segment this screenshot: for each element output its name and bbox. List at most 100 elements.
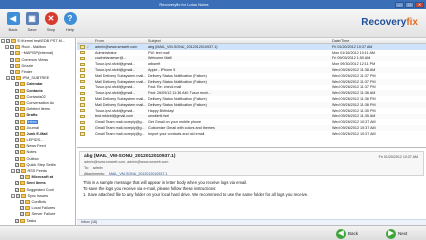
recoveryfix-logo: Recoveryfix [361,17,418,28]
collapse-icon[interactable]: − [6,76,10,81]
collapse-icon[interactable]: − [5,45,9,50]
preview-attachment-label: Attachments: [84,172,105,176]
row-date: Wed 09/26/2012 11:36 AM [332,91,376,96]
tree-checkbox[interactable]: ✓ [20,199,24,204]
next-arrow-icon: ▶ [386,228,396,239]
help-toolbar-button[interactable]: ? Help [60,12,80,36]
collapse-icon[interactable]: − [1,39,5,44]
tree-item-tasks[interactable]: ✓ Tasks [0,217,75,223]
row-subject: Customize Gmail with colors and themes [148,126,215,131]
rss-folder-icon [25,175,30,180]
tree-checkbox[interactable]: ✓ [20,175,24,180]
tree-checkbox[interactable]: ✓ [20,206,24,211]
folder-icon [20,181,25,186]
save-toolbar-label: Save [27,27,37,32]
tree-checkbox[interactable]: ✓ [10,45,14,50]
header-subject[interactable]: Subject [148,39,332,43]
preview-attachment-line: Attachments: MAIL_VM-SONU_2012012010937.… [84,172,419,176]
back-arrow-icon: ◀ [336,228,346,239]
preview-body-line: 1. Save attached file to any folder on y… [83,192,309,197]
folder-icon [20,138,25,143]
preview-subject: abg (MAIL_VM-SONU_2012012010937.1) [84,154,176,159]
envelope-icon [80,56,85,61]
envelope-icon [80,108,85,113]
tree-checkbox[interactable]: ✓ [15,131,19,136]
tree-checkbox[interactable]: ✓ [15,88,19,93]
tree-checkbox[interactable]: ✓ [15,218,19,223]
folder-icon [15,57,20,62]
tree-checkbox[interactable]: ✓ [11,76,15,81]
tree-checkbox[interactable]: ✓ [16,193,20,198]
envelope-icon [80,91,85,96]
tasks-icon [20,218,25,223]
tree-checkbox[interactable]: ✓ [15,138,19,143]
folder-icon [20,156,25,161]
back-toolbar-button[interactable]: ◀ Back [3,12,23,36]
collapse-icon[interactable]: − [11,193,15,198]
folder-icon [20,100,25,105]
tree-checkbox[interactable]: ✓ [10,51,14,56]
row-subject: Fwd: 26/09/12 11:36 AM: Tusur recei... [148,91,212,96]
row-subject: Delivery Status Notification (Failure) [148,102,207,107]
tree-checkbox[interactable]: ✓ [15,125,19,130]
row-date: Wed 09/26/2012 11:38 AM [332,68,376,73]
tree-checkbox[interactable]: ✓ [10,70,14,75]
row-date: Wed 09/26/2012 11:37 PM [332,73,376,78]
window-title: Recoveryfix for Lotus Notes [159,2,209,7]
tree-checkbox[interactable]: ✓ [16,169,20,174]
folder-icon [15,45,20,50]
close-button[interactable]: ✕ [415,1,424,8]
row-subject: Delivery Status Notification (Failure) [148,73,207,78]
message-row[interactable]: Gmail Team mail-noreply@g... Import your … [77,131,426,137]
envelope-icon [80,114,85,119]
row-date: Mon 01/16/2012 10:11 AM [332,50,375,55]
next-nav-button[interactable]: ▶ Next [386,228,407,239]
row-from: Mail Delivery Subsystem mail... [95,102,147,107]
folder-icon [20,131,25,136]
row-date: Wed 09/26/2012 10:37 AM [332,126,376,131]
preview-body: This is a sample message that will appea… [77,176,426,202]
tree-checkbox[interactable]: ✓ [15,144,19,149]
title-bar: Recoveryfix for Lotus Notes – □ ✕ [0,0,426,9]
header-date[interactable]: Date/Time [332,39,420,43]
row-subject: Welcome Mail! [148,56,173,61]
row-date: Wed 09/26/2012 11:36 PM [332,97,376,102]
preview-header: abg (MAIL_VM-SONU_2012012010937.1) admin… [79,151,424,176]
row-date: Wed 09/26/2012 11:35 AM [332,114,376,119]
folder-tree: − ✓ E:\Kernel test\EDB PST M... − ✓ Root - M… [0,38,76,225]
bottom-nav-bar: ◀ Back ▶ Next [0,225,426,240]
tree-checkbox[interactable]: ✓ [20,212,24,217]
tree-checkbox[interactable]: ✓ [15,187,19,192]
back-nav-label: Back [348,231,359,236]
tree-checkbox[interactable]: ✓ [15,82,19,87]
save-toolbar-button[interactable]: ▣ Save [22,12,42,36]
folder-icon [21,193,26,198]
row-from: admin@www.smwefr.com [95,44,138,49]
tree-checkbox[interactable]: ✓ [15,162,19,167]
tree-checkbox[interactable]: ✓ [10,63,14,68]
logo-text-main: Recovery [361,17,407,28]
help-icon: ? [63,12,77,25]
row-subject: Apple - iPhone 5 [148,68,176,73]
envelope-icon [80,132,85,136]
preview-attachment-value[interactable]: MAIL_VM-SONU_2012012010937.1 [109,172,167,176]
tree-checkbox[interactable]: ✓ [15,119,19,124]
envelope-icon [80,74,85,78]
header-from[interactable]: From [95,39,148,43]
tree-checkbox[interactable]: ✓ [15,113,19,118]
tree-checkbox[interactable]: ✓ [6,39,10,44]
stop-toolbar-button[interactable]: ✕ Stop [41,12,61,36]
maximize-button[interactable]: □ [405,1,414,8]
tree-checkbox[interactable]: ✓ [15,100,19,105]
tree-checkbox[interactable]: ✓ [15,94,19,99]
folder-icon [15,63,20,68]
tree-checkbox[interactable]: ✓ [15,107,19,112]
tree-checkbox[interactable]: ✓ [15,181,19,186]
tree-checkbox[interactable]: ✓ [15,150,19,155]
collapse-icon[interactable]: − [11,169,15,174]
minimize-button[interactable]: – [395,1,404,8]
folder-icon [20,107,25,112]
tree-checkbox[interactable]: ✓ [15,156,19,161]
back-nav-button[interactable]: ◀ Back [336,228,358,239]
tree-checkbox[interactable]: ✓ [10,57,14,62]
